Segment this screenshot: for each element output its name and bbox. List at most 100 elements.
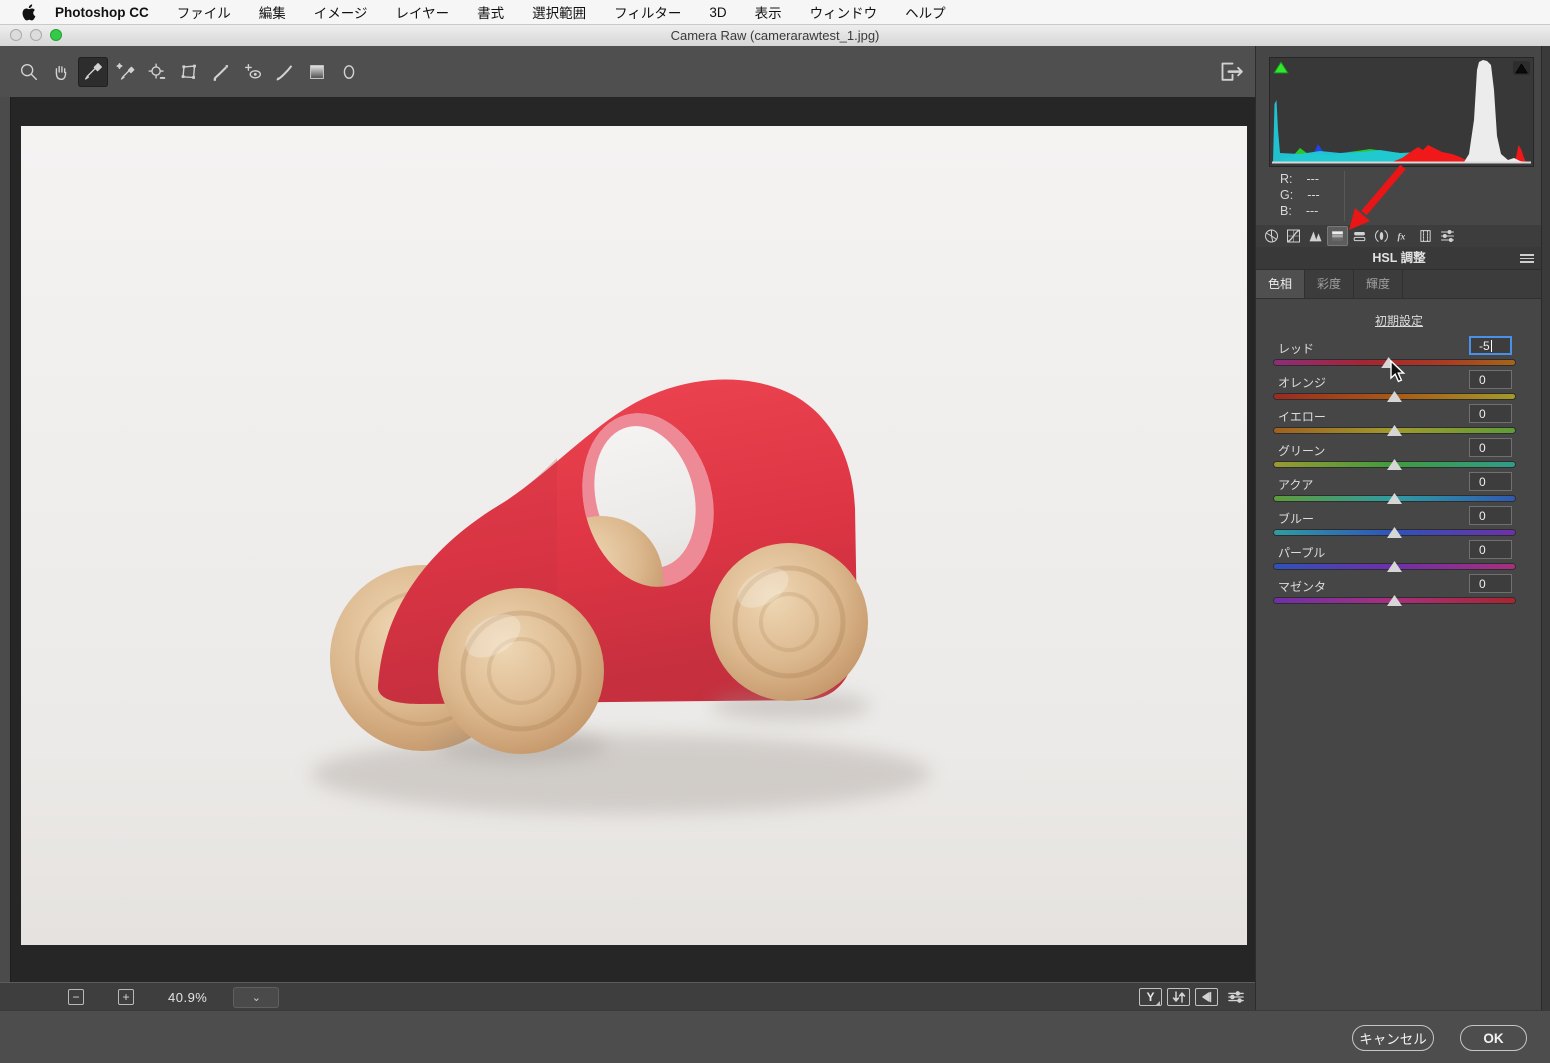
transform-tool[interactable]	[174, 57, 204, 87]
tab-presets[interactable]	[1437, 226, 1458, 246]
orange-slider-thumb[interactable]	[1387, 391, 1402, 402]
magenta-slider-track[interactable]	[1274, 598, 1515, 603]
split-toning-icon	[1351, 228, 1368, 244]
green-value-input[interactable]: 0	[1469, 438, 1512, 457]
aqua-slider-thumb[interactable]	[1387, 493, 1402, 504]
tab-hsl-grayscale[interactable]	[1327, 226, 1348, 246]
zoom-tool[interactable]	[14, 57, 44, 87]
tab-lens-corrections[interactable]	[1371, 226, 1392, 246]
tab-tone-curve[interactable]	[1283, 226, 1304, 246]
green-slider-track[interactable]	[1274, 462, 1515, 467]
magenta-value-input[interactable]: 0	[1469, 574, 1512, 593]
menu-item-select[interactable]: 選択範囲	[532, 2, 586, 22]
radial-filter-icon	[338, 61, 360, 83]
before-after-view-button[interactable]: Y	[1139, 988, 1162, 1006]
slider-label: オレンジ	[1278, 374, 1326, 391]
zoom-in-button[interactable]: +	[118, 989, 134, 1005]
aperture-icon	[1263, 228, 1280, 244]
panel-tab-strip: fx	[1256, 225, 1542, 247]
apple-logo-icon[interactable]	[20, 4, 37, 21]
transform-grid-icon	[178, 61, 200, 83]
tab-hue[interactable]: 色相	[1256, 270, 1305, 298]
magenta-slider-thumb[interactable]	[1387, 595, 1402, 606]
toggle-fullscreen-button[interactable]	[1215, 56, 1245, 86]
menu-item-filter[interactable]: フィルター	[614, 2, 681, 22]
tab-split-toning[interactable]	[1349, 226, 1370, 246]
panel-menu-icon[interactable]	[1520, 254, 1534, 263]
blue-slider-track[interactable]	[1274, 530, 1515, 535]
photo-canvas[interactable]	[21, 126, 1247, 945]
aqua-value-input[interactable]: 0	[1469, 472, 1512, 491]
magnifier-icon	[18, 61, 40, 83]
menu-item-layer[interactable]: レイヤー	[395, 2, 449, 22]
graduated-filter-tool[interactable]	[302, 57, 332, 87]
panel-title-bar: HSL 調整	[1256, 247, 1542, 270]
film-icon	[1417, 228, 1434, 244]
red-slider-thumb[interactable]	[1381, 357, 1396, 368]
shadow-clipping-indicator[interactable]	[1273, 61, 1289, 74]
red-eye-tool[interactable]	[238, 57, 268, 87]
panel-title: HSL 調整	[1372, 251, 1425, 265]
gradient-icon	[306, 61, 328, 83]
slider-row-magenta: マゼンタ 0	[1256, 574, 1542, 608]
adjustment-brush-tool[interactable]	[270, 57, 300, 87]
yellow-slider-track[interactable]	[1274, 428, 1515, 433]
slider-label: パープル	[1278, 544, 1325, 561]
red-slider-track[interactable]	[1274, 360, 1515, 365]
target-icon	[146, 61, 168, 83]
tab-camera-calibration[interactable]	[1415, 226, 1436, 246]
blue-slider-thumb[interactable]	[1387, 527, 1402, 538]
cancel-button[interactable]: キャンセル	[1352, 1025, 1434, 1051]
red-value-input[interactable]: -5	[1469, 336, 1512, 355]
spot-removal-tool[interactable]	[206, 57, 236, 87]
blue-value-input[interactable]: 0	[1469, 506, 1512, 525]
swap-before-after-button[interactable]	[1167, 988, 1190, 1006]
purple-value-input[interactable]: 0	[1469, 540, 1512, 559]
defaults-link[interactable]: 初期設定	[1375, 314, 1423, 328]
aqua-slider-track[interactable]	[1274, 496, 1515, 501]
menu-item-view[interactable]: 表示	[755, 2, 782, 22]
menu-item-3d[interactable]: 3D	[709, 5, 726, 20]
lens-icon	[1373, 228, 1390, 244]
camera-raw-toolbar	[0, 46, 1255, 98]
orange-slider-track[interactable]	[1274, 394, 1515, 399]
white-balance-tool[interactable]	[78, 57, 108, 87]
zoom-out-button[interactable]: −	[68, 989, 84, 1005]
tab-basic[interactable]	[1261, 226, 1282, 246]
corner-mark	[1156, 1001, 1160, 1005]
menu-item-edit[interactable]: 編集	[259, 2, 286, 22]
color-sampler-tool[interactable]	[110, 57, 140, 87]
g-value: ---	[1307, 188, 1320, 202]
copy-settings-button[interactable]	[1195, 988, 1218, 1006]
eyedropper-icon	[82, 61, 104, 83]
ok-button[interactable]: OK	[1460, 1025, 1527, 1051]
yellow-slider-thumb[interactable]	[1387, 425, 1402, 436]
menu-item-image[interactable]: イメージ	[314, 2, 368, 22]
histogram-plot	[1270, 58, 1533, 166]
preview-settings-button[interactable]	[1223, 988, 1249, 1006]
zoom-level-dropdown[interactable]: ⌄	[233, 987, 279, 1008]
slider-row-purple: パープル 0	[1256, 540, 1542, 574]
menu-item-file[interactable]: ファイル	[177, 2, 231, 22]
slider-row-blue: ブルー 0	[1256, 506, 1542, 540]
tab-saturation[interactable]: 彩度	[1305, 270, 1354, 298]
menu-item-window[interactable]: ウィンドウ	[810, 2, 878, 22]
purple-slider-thumb[interactable]	[1387, 561, 1402, 572]
yellow-value-input[interactable]: 0	[1469, 404, 1512, 423]
tab-luminance[interactable]: 輝度	[1354, 270, 1403, 298]
radial-filter-tool[interactable]	[334, 57, 364, 87]
sliders-icon	[1228, 990, 1244, 1004]
menu-app-name[interactable]: Photoshop CC	[55, 5, 149, 20]
targeted-adjustment-tool[interactable]	[142, 57, 172, 87]
tab-detail[interactable]	[1305, 226, 1326, 246]
green-slider-thumb[interactable]	[1387, 459, 1402, 470]
highlight-clipping-indicator[interactable]	[1513, 61, 1530, 75]
purple-slider-track[interactable]	[1274, 564, 1515, 569]
image-preview-area[interactable]	[0, 97, 1255, 982]
fx-icon: fx	[1395, 228, 1412, 244]
orange-value-input[interactable]: 0	[1469, 370, 1512, 389]
hand-tool[interactable]	[46, 57, 76, 87]
menu-item-type[interactable]: 書式	[477, 2, 504, 22]
menu-item-help[interactable]: ヘルプ	[905, 2, 946, 22]
tab-effects[interactable]: fx	[1393, 226, 1414, 246]
